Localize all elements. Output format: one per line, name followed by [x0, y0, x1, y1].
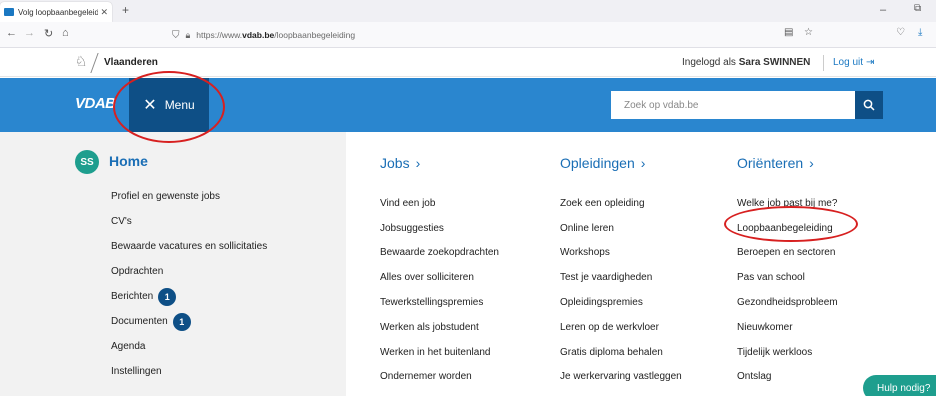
logout-link[interactable]: Log uit ⇥ [833, 57, 874, 68]
vdab-favicon-icon [4, 8, 14, 16]
logged-in-status: Ingelogd als Sara SWINNEN [682, 57, 811, 68]
login-divider [823, 55, 824, 71]
pocket-icon[interactable]: ♡ [896, 27, 905, 38]
back-arrow-icon[interactable]: ← [6, 27, 17, 39]
window-restore-icon[interactable]: ⧉ [914, 3, 921, 14]
bookmark-star-icon[interactable]: ☆ [804, 27, 813, 38]
account-menu-list: Profiel en gewenste jobs CV's Bewaarde v… [111, 184, 267, 384]
menu-link[interactable]: Je werkervaring vastleggen [560, 365, 682, 390]
logout-icon: ⇥ [866, 57, 875, 68]
site-header: VDAB ✕ Menu [0, 78, 936, 132]
menu-link[interactable]: Ondernemer worden [380, 365, 499, 390]
chevron-right-icon: › [809, 155, 814, 171]
search-icon [863, 99, 875, 111]
account-menu-item[interactable]: Documenten 1 [111, 309, 267, 334]
menu-link[interactable]: Bewaarde zoekopdrachten [380, 241, 499, 266]
menu-link[interactable]: Pas van school [737, 265, 838, 290]
search-button[interactable] [855, 91, 883, 119]
orienteren-link-list: Welke job past bij me? Loopbaanbegeleidi… [737, 191, 838, 389]
column-heading-orienteren[interactable]: Oriënteren › [737, 155, 814, 171]
tab-close-icon[interactable]: ✕ [100, 7, 108, 18]
opleidingen-link-list: Zoek een opleiding Online leren Workshop… [560, 191, 682, 389]
menu-link[interactable]: Workshops [560, 241, 682, 266]
account-menu-item[interactable]: CV's [111, 209, 267, 234]
chevron-right-icon: › [415, 155, 421, 171]
menu-link[interactable]: Jobsuggesties [380, 216, 499, 241]
avatar[interactable]: SS [75, 150, 99, 174]
home-link[interactable]: Home [109, 153, 148, 169]
account-menu-item[interactable]: Opdrachten [111, 259, 267, 284]
tab-title: Volg loopbaanbegeleiding met [18, 7, 99, 17]
browser-tab-strip: Volg loopbaanbegeleiding met ✕ + – ⧉ [0, 0, 936, 22]
menu-label: Menu [164, 98, 195, 112]
menu-link[interactable]: Online leren [560, 216, 682, 241]
chevron-right-icon: › [640, 155, 646, 171]
jobs-link-list: Vind een job Jobsuggesties Bewaarde zoek… [380, 191, 499, 389]
vlaanderen-bar: ♘ Vlaanderen Ingelogd als Sara SWINNEN L… [0, 49, 936, 77]
account-menu-item[interactable]: Berichten 1 [111, 284, 267, 309]
menu-link[interactable]: Alles over solliciteren [380, 265, 499, 290]
new-tab-icon[interactable]: + [122, 3, 129, 17]
menu-link[interactable]: Gratis diploma behalen [560, 340, 682, 365]
url-text: https://www.vdab.be/loopbaanbegeleiding [196, 30, 356, 40]
account-menu-item[interactable]: Profiel en gewenste jobs [111, 184, 267, 209]
forward-arrow-icon[interactable]: → [24, 27, 35, 39]
help-button[interactable]: Hulp nodig? [863, 375, 936, 396]
search-input[interactable] [611, 91, 855, 119]
menu-link[interactable]: Tewerkstellingspremies [380, 290, 499, 315]
menu-toggle-button[interactable]: ✕ Menu [129, 78, 209, 132]
vlaanderen-brand[interactable]: Vlaanderen [104, 57, 158, 68]
account-menu-panel: SS Home Profiel en gewenste jobs CV's Be… [0, 132, 346, 396]
menu-link[interactable]: Zoek een opleiding [560, 191, 682, 216]
home-icon[interactable]: ⌂ [62, 27, 69, 39]
vlaanderen-separator [90, 53, 99, 73]
notification-badge: 1 [172, 312, 191, 331]
menu-link[interactable]: Welke job past bij me? [737, 191, 838, 216]
column-heading-jobs[interactable]: Jobs › [380, 155, 420, 171]
menu-link[interactable]: Tijdelijk werkloos [737, 340, 838, 365]
menu-link[interactable]: Opleidingspremies [560, 290, 682, 315]
close-icon: ✕ [143, 97, 157, 114]
browser-tab[interactable]: Volg loopbaanbegeleiding met ✕ [0, 2, 112, 22]
shield-icon[interactable]: ⛉ [172, 30, 180, 41]
account-menu-item[interactable]: Agenda [111, 334, 267, 359]
menu-link[interactable]: Werken als jobstudent [380, 315, 499, 340]
menu-link[interactable]: Werken in het buitenland [380, 340, 499, 365]
menu-link[interactable]: Nieuwkomer [737, 315, 838, 340]
reader-view-icon[interactable]: ▤ [784, 27, 793, 38]
lock-icon[interactable]: 🔒︎ [186, 30, 191, 41]
menu-link[interactable]: Ontslag [737, 365, 838, 390]
menu-link[interactable]: Vind een job [380, 191, 499, 216]
menu-link[interactable]: Beroepen en sectoren [737, 241, 838, 266]
column-heading-opleidingen[interactable]: Opleidingen › [560, 155, 645, 171]
menu-link[interactable]: Gezondheidsprobleem [737, 290, 838, 315]
menu-link[interactable]: Leren op de werkvloer [560, 315, 682, 340]
notification-badge: 1 [158, 287, 177, 306]
vdab-logo[interactable]: VDAB [75, 95, 116, 112]
vlaanderen-lion-icon: ♘ [75, 53, 88, 69]
download-icon[interactable]: ⤓ [918, 27, 922, 38]
url-bar[interactable]: ⛉ 🔒︎ https://www.vdab.be/loopbaanbegelei… [172, 25, 800, 45]
menu-link[interactable]: Loopbaanbegeleiding [737, 216, 838, 241]
browser-navbar: ← → ↻ ⌂ ⛉ 🔒︎ https://www.vdab.be/loopbaa… [0, 22, 936, 48]
menu-link[interactable]: Test je vaardigheden [560, 265, 682, 290]
account-menu-item[interactable]: Instellingen [111, 359, 267, 384]
window-minimize-icon[interactable]: – [880, 4, 886, 16]
account-menu-item[interactable]: Bewaarde vacatures en sollicitaties [111, 234, 267, 259]
reload-icon[interactable]: ↻ [44, 27, 53, 40]
